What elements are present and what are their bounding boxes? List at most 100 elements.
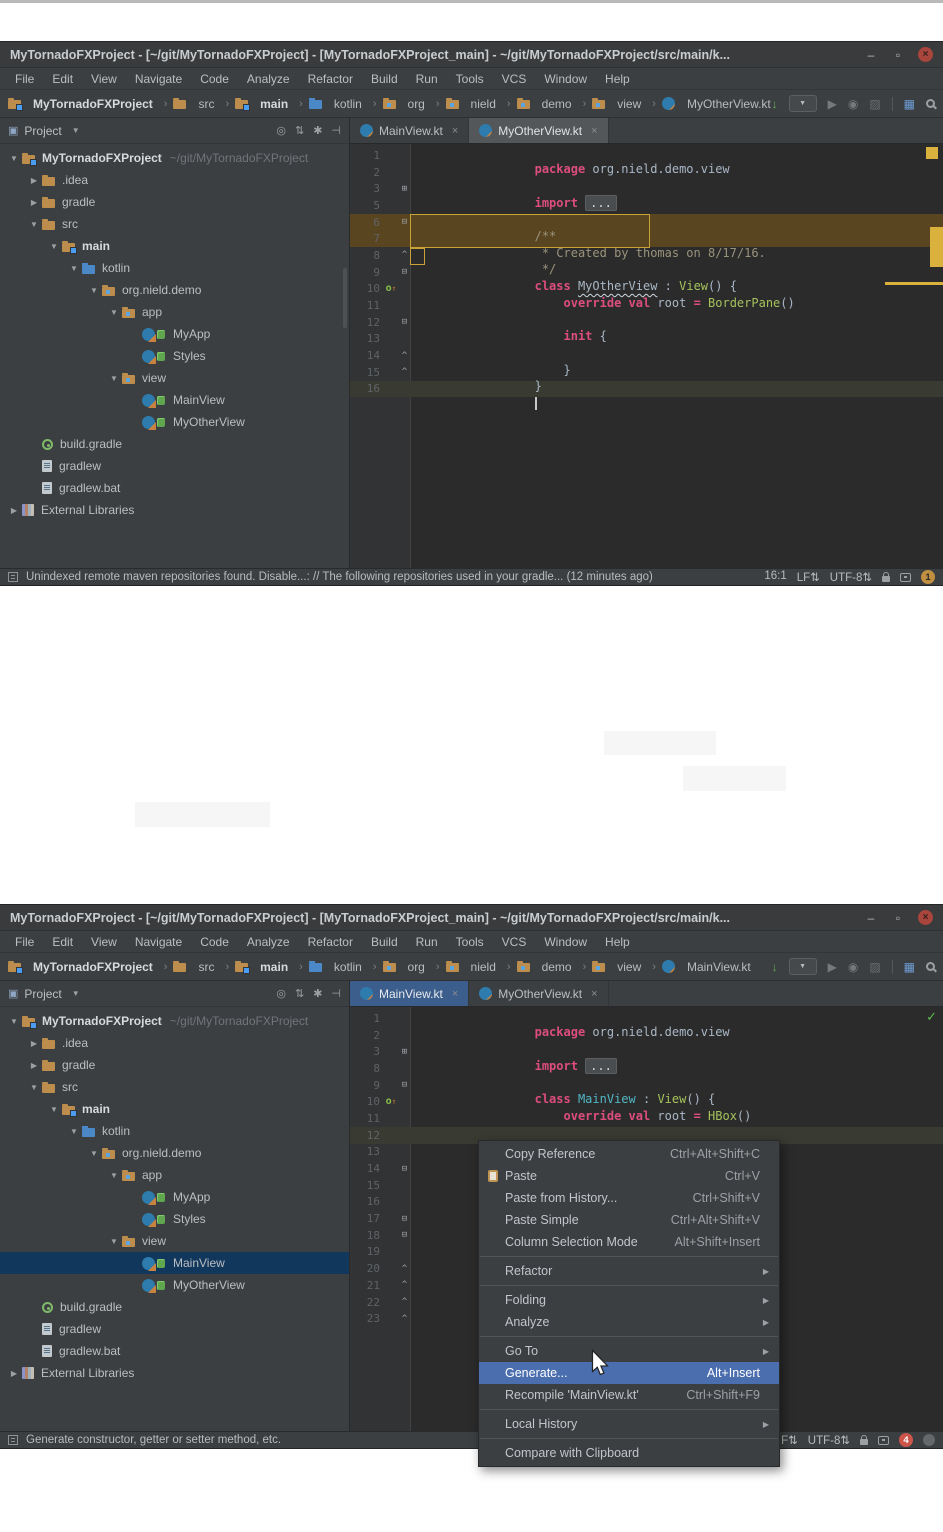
tree-expand-arrow[interactable]: ▶: [26, 198, 42, 207]
tree-expand-arrow[interactable]: ▼: [66, 1127, 82, 1136]
tree-expand-arrow[interactable]: ▶: [26, 1061, 42, 1070]
tree-expand-arrow[interactable]: ▼: [106, 1171, 122, 1180]
panel-toolbar-icon[interactable]: ⇅: [295, 987, 304, 1000]
menu-item[interactable]: Edit: [43, 68, 82, 90]
breadcrumb-item[interactable]: kotlin: [308, 97, 383, 111]
menu-item[interactable]: Help: [596, 68, 639, 90]
debug-icon[interactable]: ◉: [848, 97, 858, 111]
menu-item[interactable]: File: [6, 931, 43, 953]
context-menu-item[interactable]: Local History ▶: [479, 1413, 779, 1435]
context-menu-item[interactable]: Compare with Clipboard: [479, 1442, 779, 1464]
fold-marker-icon[interactable]: ^: [398, 1314, 411, 1324]
breadcrumb-item[interactable]: org: [382, 97, 446, 111]
run-icon[interactable]: ▶: [828, 97, 837, 111]
tree-expand-arrow[interactable]: ▼: [26, 220, 42, 229]
tree-expand-arrow[interactable]: ▼: [46, 242, 62, 251]
project-structure-icon[interactable]: ▦: [904, 97, 915, 111]
context-menu-item[interactable]: Generate... Alt+Insert: [479, 1362, 779, 1384]
panel-toolbar-icon[interactable]: ⊣: [331, 987, 341, 1000]
panel-toolbar-icon[interactable]: ◎: [276, 124, 286, 137]
fold-marker-icon[interactable]: ⊟: [398, 1164, 411, 1174]
tree-row[interactable]: ▼ main: [0, 235, 349, 257]
menu-item[interactable]: Code: [191, 68, 238, 90]
breadcrumb-item[interactable]: nield: [445, 97, 517, 111]
project-structure-icon[interactable]: ▦: [904, 960, 915, 974]
tree-row[interactable]: MyApp: [0, 323, 349, 345]
search-icon[interactable]: [926, 99, 935, 108]
status-widget[interactable]: UTF-8⇅: [808, 1433, 850, 1447]
minimize-button[interactable]: –: [864, 48, 878, 62]
tree-expand-arrow[interactable]: ▼: [86, 286, 102, 295]
tree-expand-arrow[interactable]: ▼: [26, 1083, 42, 1092]
menu-item[interactable]: Edit: [43, 931, 82, 953]
fold-marker-icon[interactable]: ^: [398, 1264, 411, 1274]
context-menu-item[interactable]: Paste Ctrl+V: [479, 1165, 779, 1187]
run-icon[interactable]: ▶: [828, 960, 837, 974]
breadcrumb-item[interactable]: main: [235, 97, 309, 111]
menu-item[interactable]: Navigate: [126, 931, 191, 953]
menu-item[interactable]: Build: [362, 68, 407, 90]
menu-item[interactable]: VCS: [493, 931, 536, 953]
context-menu-item[interactable]: [479, 1435, 779, 1442]
tree-row[interactable]: MainView: [0, 389, 349, 411]
tree-expand-arrow[interactable]: ▼: [66, 264, 82, 273]
tree-row[interactable]: ▶ External Libraries: [0, 499, 349, 521]
tree-row[interactable]: gradlew.bat: [0, 477, 349, 499]
coverage-icon[interactable]: ▨: [869, 960, 880, 974]
tree-row[interactable]: ▼ app: [0, 301, 349, 323]
tree-row[interactable]: gradlew.bat: [0, 1340, 349, 1362]
make-project-icon[interactable]: ↓: [772, 960, 778, 974]
tree-row[interactable]: ▼ view: [0, 367, 349, 389]
tree-expand-arrow[interactable]: ▶: [26, 176, 42, 185]
menu-item[interactable]: Window: [535, 931, 596, 953]
error-stripe-marker[interactable]: [930, 227, 943, 267]
breadcrumb-item[interactable]: src: [173, 97, 235, 111]
tool-window-toggle-icon[interactable]: [8, 572, 18, 582]
tree-row[interactable]: gradlew: [0, 455, 349, 477]
tree-expand-arrow[interactable]: ▼: [106, 374, 122, 383]
tree-row[interactable]: MyOtherView: [0, 411, 349, 433]
context-menu-item[interactable]: Paste from History... Ctrl+Shift+V: [479, 1187, 779, 1209]
fold-marker-icon[interactable]: ⊞: [398, 184, 411, 194]
notification-badge[interactable]: 1: [921, 570, 935, 584]
status-widget[interactable]: UTF-8⇅: [830, 570, 872, 584]
menu-item[interactable]: View: [82, 931, 126, 953]
tree-expand-arrow[interactable]: ▶: [6, 1369, 22, 1378]
chevron-down-icon[interactable]: ▼: [72, 126, 80, 135]
breadcrumb-item[interactable]: demo: [516, 960, 593, 974]
menu-item[interactable]: Refactor: [299, 931, 362, 953]
context-menu-item[interactable]: Column Selection Mode Alt+Shift+Insert: [479, 1231, 779, 1253]
close-button[interactable]: ×: [918, 910, 933, 925]
tree-row[interactable]: ▶ gradle: [0, 1054, 349, 1076]
event-log-icon[interactable]: [900, 572, 911, 582]
breadcrumb-item[interactable]: MainView.kt: [661, 960, 768, 974]
panel-toolbar-icon[interactable]: ⊣: [331, 124, 341, 137]
tree-row[interactable]: ▼ kotlin: [0, 1120, 349, 1142]
menu-item[interactable]: File: [6, 68, 43, 90]
breadcrumb-item[interactable]: kotlin: [308, 960, 383, 974]
menu-item[interactable]: Navigate: [126, 68, 191, 90]
tree-expand-arrow[interactable]: ▶: [6, 506, 22, 515]
menu-item[interactable]: Tools: [447, 931, 493, 953]
make-project-icon[interactable]: ↓: [772, 97, 778, 111]
maximize-button[interactable]: ▫: [891, 911, 905, 925]
tree-row[interactable]: ▼ src: [0, 1076, 349, 1098]
error-stripe-marker[interactable]: [926, 147, 938, 159]
tree-row[interactable]: Styles: [0, 345, 349, 367]
tree-row[interactable]: ▼ org.nield.demo: [0, 1142, 349, 1164]
tree-row[interactable]: MyOtherView: [0, 1274, 349, 1296]
project-panel-title[interactable]: Project: [24, 124, 61, 138]
tree-expand-arrow[interactable]: ▼: [86, 1149, 102, 1158]
chevron-down-icon[interactable]: ▼: [72, 989, 80, 998]
status-widget[interactable]: LF⇅: [797, 570, 820, 584]
tree-expand-arrow[interactable]: ▼: [106, 308, 122, 317]
context-menu-item[interactable]: [479, 1406, 779, 1413]
context-menu-item[interactable]: Paste Simple Ctrl+Alt+Shift+V: [479, 1209, 779, 1231]
minimize-button[interactable]: –: [864, 911, 878, 925]
breadcrumb-item[interactable]: src: [173, 960, 235, 974]
breadcrumb-item[interactable]: demo: [516, 97, 593, 111]
fold-marker-icon[interactable]: ⊞: [398, 1047, 411, 1057]
context-menu-item[interactable]: [479, 1253, 779, 1260]
fold-marker-icon[interactable]: ^: [398, 1280, 411, 1290]
tree-row[interactable]: ▼ MyTornadoFXProject ~/git/MyTornadoFXPr…: [0, 1010, 349, 1032]
